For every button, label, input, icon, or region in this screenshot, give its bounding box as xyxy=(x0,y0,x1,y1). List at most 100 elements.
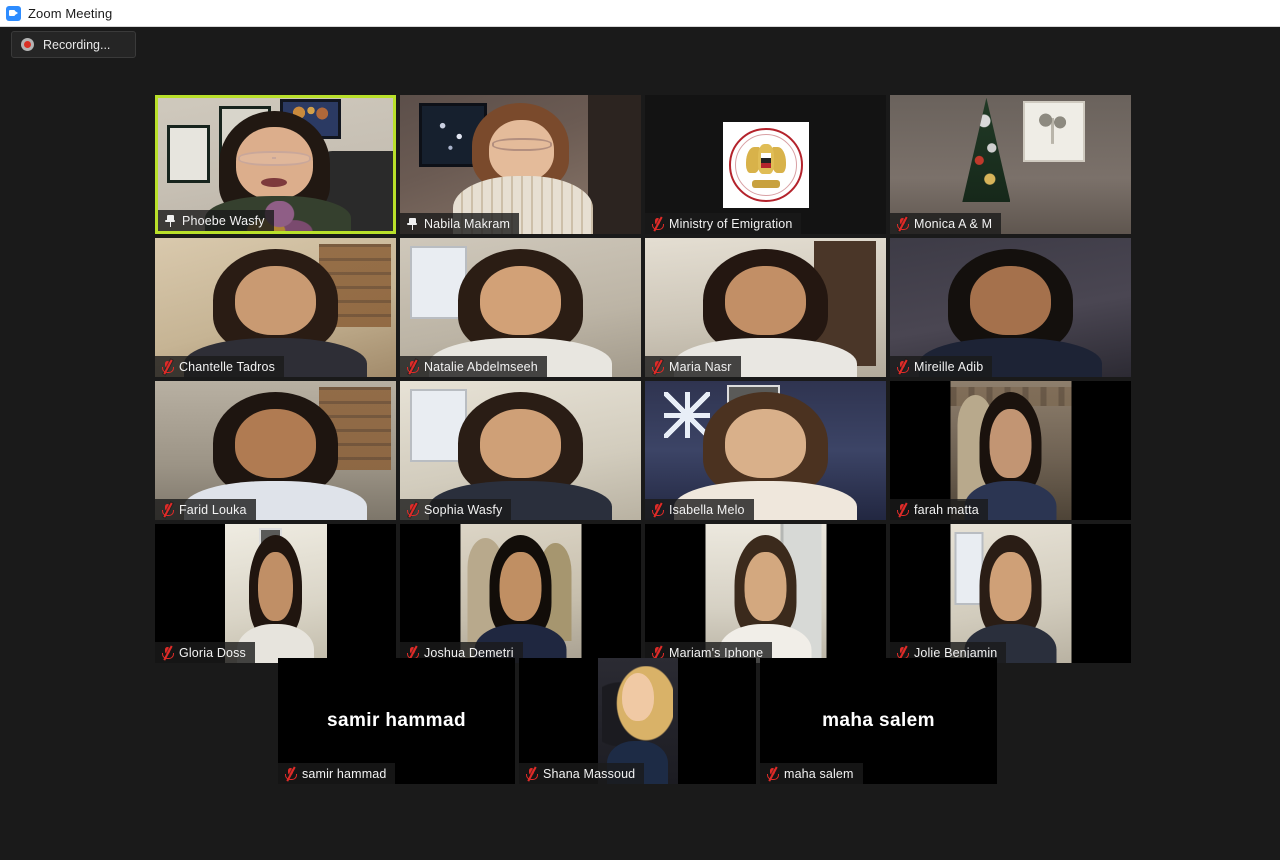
participant-name: Maria Nasr xyxy=(669,359,732,374)
participant-tile[interactable]: Monica A & M xyxy=(890,95,1131,234)
gallery-row: Phoebe Wasfy Nabila Makram Ministry of Emi… xyxy=(155,95,1131,234)
scenery-tree xyxy=(962,97,1011,203)
participant-name-badge: Gloria Doss xyxy=(155,642,255,663)
gallery-row: Farid Louka Sophia Wasfy Isabella Melo fara… xyxy=(155,381,1131,520)
participant-name: Monica A & M xyxy=(914,216,993,231)
participant-name: Gloria Doss xyxy=(179,645,246,660)
emblem-wingR xyxy=(771,146,786,173)
participant-gallery-bottom-row: samir hammad samir hammad Shana Massoud mah… xyxy=(278,658,997,784)
participant-name: Natalie Abdelmseeh xyxy=(424,359,538,374)
participant-name: farah matta xyxy=(914,502,979,517)
participant-tile[interactable]: Gloria Doss xyxy=(155,524,396,663)
participant-tile[interactable]: Maria Nasr xyxy=(645,238,886,377)
participant-tile[interactable]: samir hammad samir hammad xyxy=(278,658,515,784)
participant-tile[interactable]: maha salem maha salem xyxy=(760,658,997,784)
figure-head xyxy=(724,265,807,336)
participant-name: Isabella Melo xyxy=(669,502,745,517)
participant-name-badge: Monica A & M xyxy=(890,213,1002,234)
participant-name-badge: Natalie Abdelmseeh xyxy=(400,356,547,377)
figure-head xyxy=(499,551,542,622)
participant-tile[interactable]: Mireille Adib xyxy=(890,238,1131,377)
participant-name-badge: Sophia Wasfy xyxy=(400,499,512,520)
mic-muted-icon xyxy=(407,359,419,374)
figure-head xyxy=(234,265,317,336)
mic-muted-icon xyxy=(162,359,174,374)
participant-name: Ministry of Emigration xyxy=(669,216,793,231)
participant-tile[interactable]: Jolie Benjamin xyxy=(890,524,1131,663)
scenery-glass xyxy=(491,138,552,151)
participant-tile[interactable]: Sophia Wasfy xyxy=(400,381,641,520)
participant-name: Phoebe Wasfy xyxy=(182,213,265,228)
figure-head xyxy=(744,551,787,622)
figure-head xyxy=(989,551,1032,622)
participant-tile[interactable]: Nabila Makram xyxy=(400,95,641,234)
mic-muted-icon xyxy=(897,502,909,517)
gallery-row: Chantelle Tadros Natalie Abdelmseeh Maria … xyxy=(155,238,1131,377)
participant-name: Farid Louka xyxy=(179,502,247,517)
scenery-door xyxy=(587,95,641,234)
figure-head xyxy=(479,408,562,479)
participant-tile[interactable]: Shana Massoud xyxy=(519,658,756,784)
mic-muted-icon xyxy=(285,766,297,781)
emblem-scroll xyxy=(751,179,780,188)
mic-muted-icon xyxy=(162,502,174,517)
figure-head xyxy=(234,408,317,479)
figure-head2 xyxy=(621,673,654,721)
participant-gallery: Phoebe Wasfy Nabila Makram Ministry of Emi… xyxy=(155,95,1131,667)
mic-muted-icon xyxy=(897,359,909,374)
gallery-row: Gloria Doss Joshua Demetri Mariam's Iphone… xyxy=(155,524,1131,663)
recording-bar: Recording... xyxy=(0,27,1280,63)
mic-muted-icon xyxy=(526,766,538,781)
figure-head xyxy=(969,265,1052,336)
scenery-frame1 xyxy=(167,124,210,184)
participant-name-badge: Maria Nasr xyxy=(645,356,741,377)
participant-tile[interactable]: farah matta xyxy=(890,381,1131,520)
window-title: Zoom Meeting xyxy=(28,5,113,21)
participant-name-badge: Ministry of Emigration xyxy=(645,213,802,234)
egypt-emblem-icon xyxy=(722,121,809,208)
scenery-glass xyxy=(237,151,311,166)
participant-name: Sophia Wasfy xyxy=(424,502,503,517)
mic-muted-icon xyxy=(897,216,909,231)
participant-name-badge: Farid Louka xyxy=(155,499,256,520)
participant-name: Mireille Adib xyxy=(914,359,984,374)
participant-name: maha salem xyxy=(784,766,854,781)
participant-tile[interactable]: Phoebe Wasfy xyxy=(155,95,396,234)
participant-name-badge: farah matta xyxy=(890,499,988,520)
participant-name-badge: Chantelle Tadros xyxy=(155,356,284,377)
participant-name-badge: samir hammad xyxy=(278,763,396,784)
zoom-camera-icon xyxy=(6,5,21,21)
participant-tile[interactable]: Isabella Melo xyxy=(645,381,886,520)
participant-name-badge: maha salem xyxy=(760,763,863,784)
participant-tile[interactable]: Farid Louka xyxy=(155,381,396,520)
figure-head xyxy=(479,265,562,336)
mic-muted-icon xyxy=(162,645,174,660)
mic-muted-icon xyxy=(407,502,419,517)
mic-muted-icon xyxy=(652,502,664,517)
participant-name-badge: Isabella Melo xyxy=(645,499,754,520)
participant-tile[interactable]: Joshua Demetri xyxy=(400,524,641,663)
participant-tile[interactable]: Ministry of Emigration xyxy=(645,95,886,234)
recording-button[interactable]: Recording... xyxy=(11,31,136,58)
participant-name: samir hammad xyxy=(302,766,387,781)
participant-name: Nabila Makram xyxy=(424,216,511,231)
mic-muted-icon xyxy=(767,766,779,781)
pin-icon xyxy=(165,214,176,228)
participant-name-badge: Phoebe Wasfy xyxy=(158,210,274,231)
pin-icon xyxy=(407,217,418,231)
emblem-shield xyxy=(760,152,771,168)
window-titlebar: Zoom Meeting xyxy=(0,0,1280,27)
participant-tile[interactable]: Chantelle Tadros xyxy=(155,238,396,377)
recording-label: Recording... xyxy=(43,37,111,52)
mic-muted-icon xyxy=(652,359,664,374)
participant-tile[interactable]: Natalie Abdelmseeh xyxy=(400,238,641,377)
participant-name-badge: Shana Massoud xyxy=(519,763,645,784)
record-dot-icon xyxy=(21,38,34,51)
figure-head xyxy=(989,408,1032,479)
participant-name-badge: Nabila Makram xyxy=(400,213,520,234)
figure-head xyxy=(258,551,293,622)
scenery-head xyxy=(489,120,555,182)
participant-name: Shana Massoud xyxy=(543,766,636,781)
participant-tile[interactable]: Mariam's Iphone xyxy=(645,524,886,663)
participant-name: Chantelle Tadros xyxy=(179,359,275,374)
